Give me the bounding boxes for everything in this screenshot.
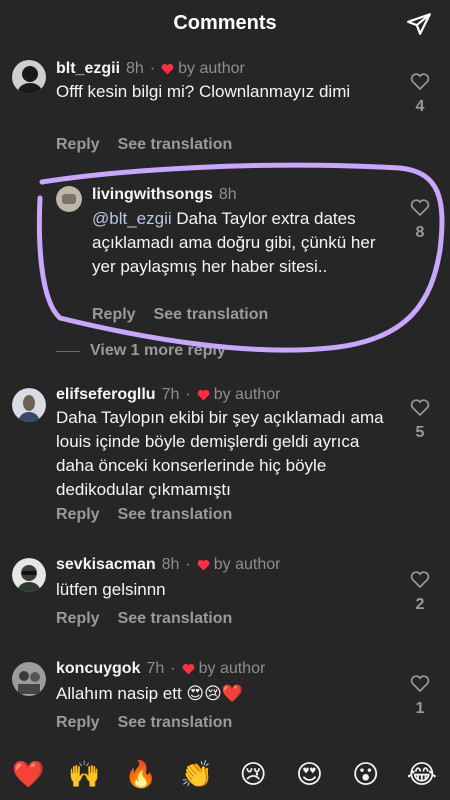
like-count: 5 (415, 424, 425, 441)
liked-by-author-label: by author (213, 386, 281, 403)
emoji-heart[interactable]: ❤️ (8, 754, 48, 794)
comment-text: Allahım nasip ett 😍😢❤️ (56, 684, 244, 703)
like-count: 1 (415, 700, 425, 717)
send-icon[interactable] (406, 11, 432, 37)
liked-by-author-label: by author (178, 60, 245, 77)
separator-dot: · (170, 660, 176, 677)
emoji-fire[interactable]: 🔥 (121, 754, 161, 794)
comment-text: Offf kesin bilgi mi? Clownlanmayız dimi (56, 82, 351, 101)
separator-dot: · (185, 556, 191, 573)
liked-by-author-label: by author (198, 660, 266, 677)
heart-outline-icon[interactable] (410, 398, 430, 417)
see-translation-button[interactable]: See translation (118, 506, 233, 524)
comment-item: elifseferogllu 7h · by author Daha Taylo… (0, 384, 450, 534)
comment-username[interactable]: sevkisacman (56, 556, 156, 574)
emoji-raised-hands[interactable]: 🙌 (64, 754, 104, 794)
comment-text: Daha Tayloрın ekibi bir şey açıklamadı a… (56, 408, 384, 499)
emoji-clap[interactable]: 👏 (177, 754, 217, 794)
like-count: 4 (415, 98, 425, 115)
emoji-heart-eyes[interactable]: 😍 (289, 754, 329, 794)
comment-item: sevkisacman 8h · by author lütfen gelsin… (0, 554, 450, 644)
see-translation-button[interactable]: See translation (118, 610, 233, 628)
comment-time: 8h (161, 556, 180, 573)
heart-outline-icon[interactable] (410, 674, 430, 693)
comment-text: lütfen gelsinnn (56, 580, 166, 599)
comment-time: 7h (161, 386, 180, 403)
view-more-label: View 1 more reply (90, 342, 226, 359)
reply-button[interactable]: Reply (56, 136, 100, 154)
separator-dot: · (185, 386, 191, 403)
view-more-replies-button[interactable]: View 1 more reply (56, 342, 226, 360)
reply-button[interactable]: Reply (56, 610, 100, 628)
avatar[interactable] (12, 558, 46, 592)
emoji-laugh[interactable]: 😂 (402, 754, 442, 794)
see-translation-button[interactable]: See translation (118, 714, 233, 732)
comment-time: 8h (218, 186, 237, 203)
see-translation-button[interactable]: See translation (118, 136, 233, 154)
comment-username[interactable]: livingwithsongs (92, 186, 213, 204)
like-button[interactable]: 4 (408, 72, 432, 116)
heart-outline-icon[interactable] (410, 198, 430, 217)
comment-username[interactable]: blt_ezgii (56, 60, 120, 78)
liked-by-author-label: by author (213, 556, 281, 573)
comment-time: 8h (126, 60, 144, 77)
heart-outline-icon[interactable] (410, 570, 430, 589)
reply-button[interactable]: Reply (56, 714, 100, 732)
like-button[interactable]: 5 (408, 398, 432, 442)
like-count: 8 (415, 224, 425, 241)
avatar[interactable] (12, 388, 46, 422)
comment-username[interactable]: koncuygok (56, 660, 140, 678)
reply-button[interactable]: Reply (92, 306, 136, 324)
author-heart-icon (197, 559, 210, 571)
comment-time: 7h (146, 660, 165, 677)
avatar[interactable] (12, 60, 46, 94)
emoji-reaction-bar: ❤️ 🙌 🔥 👏 😢 😍 😮 😂 (0, 748, 450, 800)
comment-text: @blt_ezgii Daha Taylor extra dates açıkl… (92, 207, 392, 279)
header: Comments (0, 0, 450, 46)
heart-outline-icon[interactable] (410, 72, 430, 91)
see-translation-button[interactable]: See translation (154, 306, 269, 324)
separator-dot: · (149, 60, 156, 77)
reply-button[interactable]: Reply (56, 506, 100, 524)
author-heart-icon (182, 663, 194, 675)
author-heart-icon (197, 389, 210, 401)
mention-link[interactable]: @blt_ezgii (92, 209, 172, 228)
avatar[interactable] (56, 186, 82, 212)
like-button[interactable]: 2 (408, 570, 432, 614)
emoji-cry[interactable]: 😢 (233, 754, 273, 794)
comment-username[interactable]: elifseferogllu (56, 386, 156, 404)
author-heart-icon (161, 63, 174, 75)
comment-item: koncuygok 7h · by author Allahım nasip e… (0, 658, 450, 748)
like-count: 2 (415, 596, 425, 613)
reply-item: livingwithsongs 8h @blt_ezgii Daha Taylo… (0, 182, 450, 332)
emoji-surprised[interactable]: 😮 (346, 754, 386, 794)
like-button[interactable]: 1 (408, 674, 432, 718)
like-button[interactable]: 8 (408, 198, 432, 242)
divider-line (56, 350, 80, 352)
comment-item: blt_ezgii 8h · by author Offf kesin bilg… (0, 56, 450, 166)
page-title: Comments (173, 11, 277, 34)
avatar[interactable] (12, 662, 46, 696)
